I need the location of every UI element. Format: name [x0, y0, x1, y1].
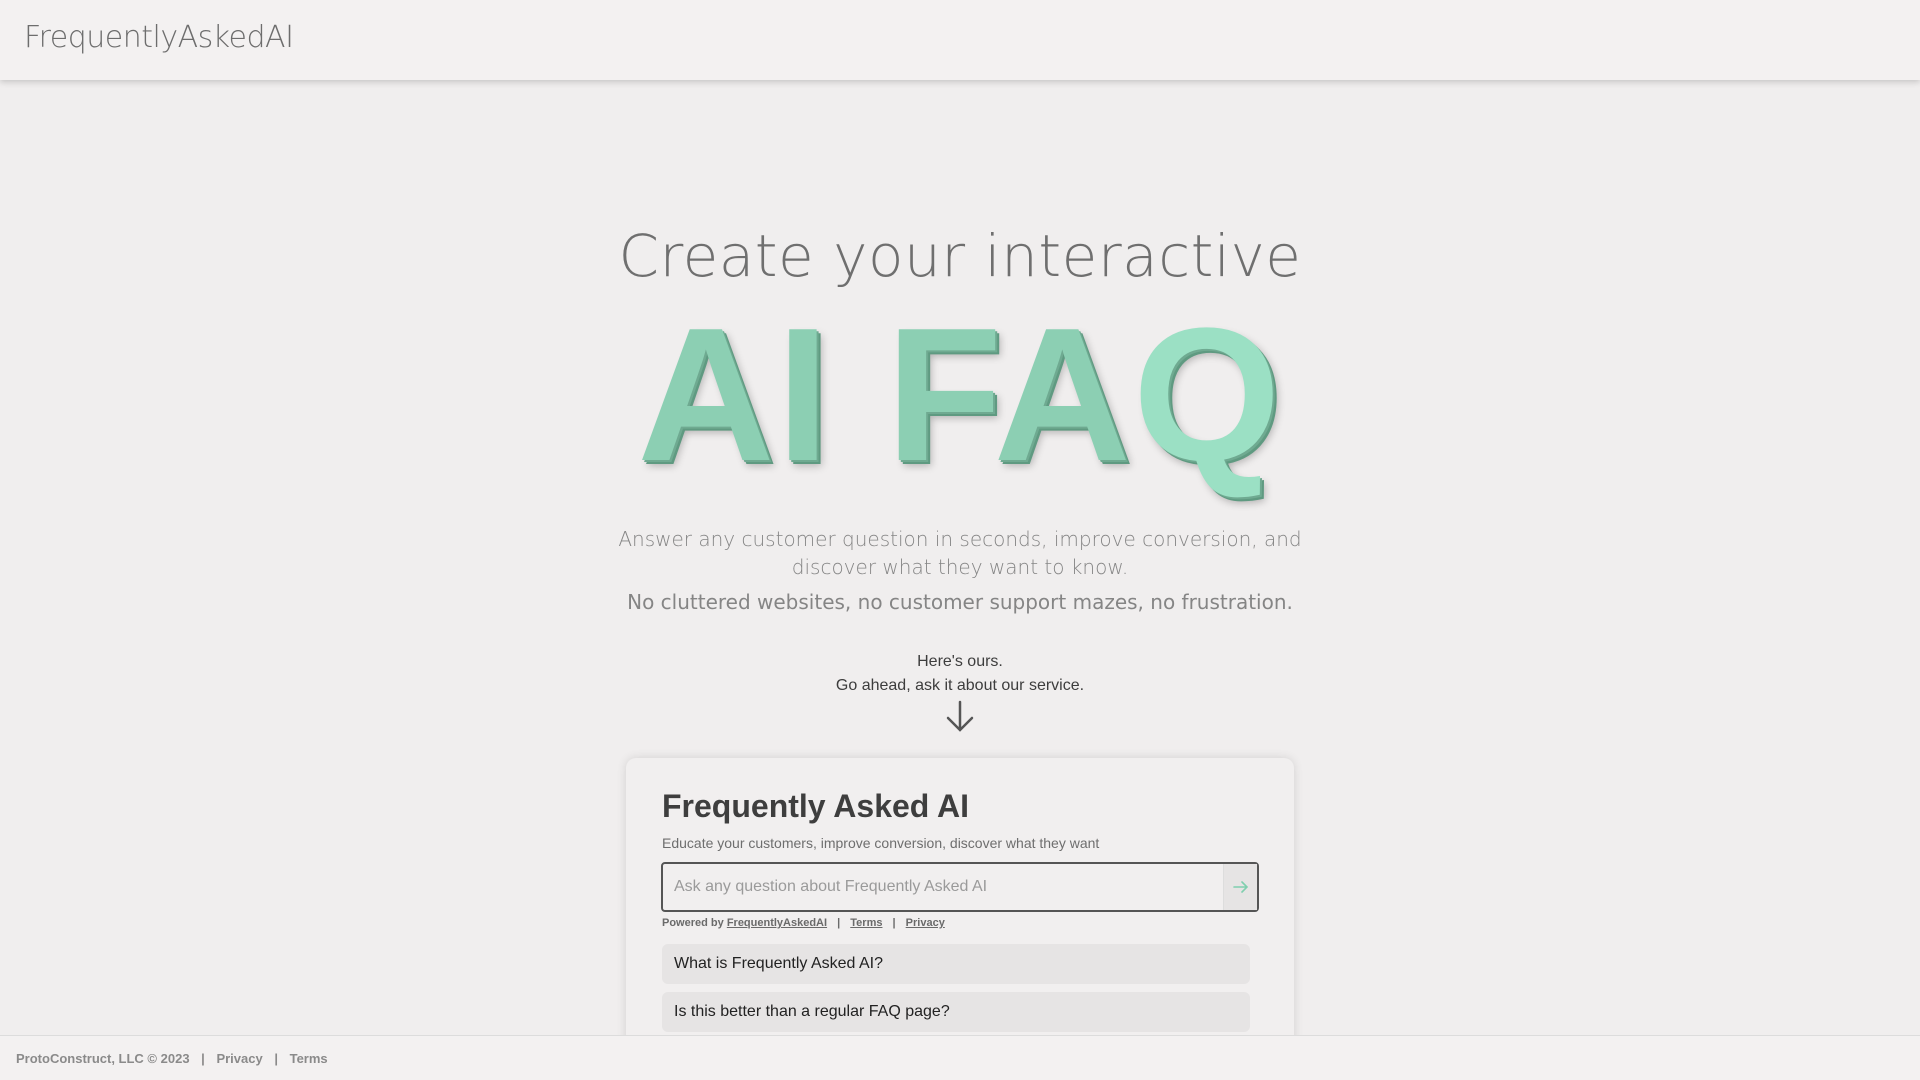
arrow-right-icon — [1232, 881, 1248, 893]
widget-privacy-link[interactable]: Privacy — [906, 917, 945, 929]
faq-suggestion-item[interactable]: What is Frequently Asked AI? — [662, 944, 1250, 984]
question-input-box — [661, 862, 1259, 912]
demo-intro-line1: Here's ours. — [917, 653, 1003, 670]
demo-intro-line2: Go ahead, ask it about our service. — [835, 677, 1085, 694]
widget-terms-link[interactable]: Terms — [850, 917, 882, 929]
brand-logo-text[interactable]: FrequentlyAskedAI — [24, 20, 294, 55]
widget-title: Frequently Asked AI — [662, 788, 970, 824]
powered-by-row: Powered by FrequentlyAskedAI | Terms | P… — [662, 917, 945, 929]
faq-widget-card: Frequently Asked AI Educate your custome… — [626, 758, 1294, 1080]
powered-by-link[interactable]: FrequentlyAskedAI — [727, 917, 827, 929]
top-navbar: FrequentlyAskedAI — [0, 0, 1920, 80]
footer-terms-link[interactable]: Terms — [290, 1051, 328, 1066]
widget-subtitle: Educate your customers, improve conversi… — [662, 835, 1100, 851]
footer-privacy-link[interactable]: Privacy — [216, 1051, 262, 1066]
footer: ProtoConstruct, LLC © 2023 | Privacy | T… — [0, 1035, 1920, 1080]
hero-big-title-part: AI FA — [637, 289, 1133, 501]
send-button[interactable] — [1223, 864, 1257, 910]
hero-tagline: Answer any customer question in seconds,… — [618, 527, 1302, 579]
hero-big-title: AI FAQ — [0, 300, 1920, 490]
arrow-down-icon — [946, 700, 974, 732]
footer-links: ProtoConstruct, LLC © 2023 | Privacy | T… — [16, 1051, 328, 1066]
faq-suggestion-item[interactable]: Is this better than a regular FAQ page? — [662, 992, 1250, 1032]
question-input[interactable] — [663, 864, 1223, 910]
powered-by-label: Powered by — [662, 917, 724, 929]
footer-copyright: ProtoConstruct, LLC © 2023 — [16, 1051, 190, 1066]
demo-intro: Here's ours. Go ahead, ask it about our … — [0, 650, 1920, 698]
hero-tagline-secondary: No cluttered websites, no customer suppo… — [627, 590, 1293, 614]
hero-big-title-q: Q — [1132, 289, 1283, 501]
hero-headline: Create your interactive — [618, 222, 1302, 290]
